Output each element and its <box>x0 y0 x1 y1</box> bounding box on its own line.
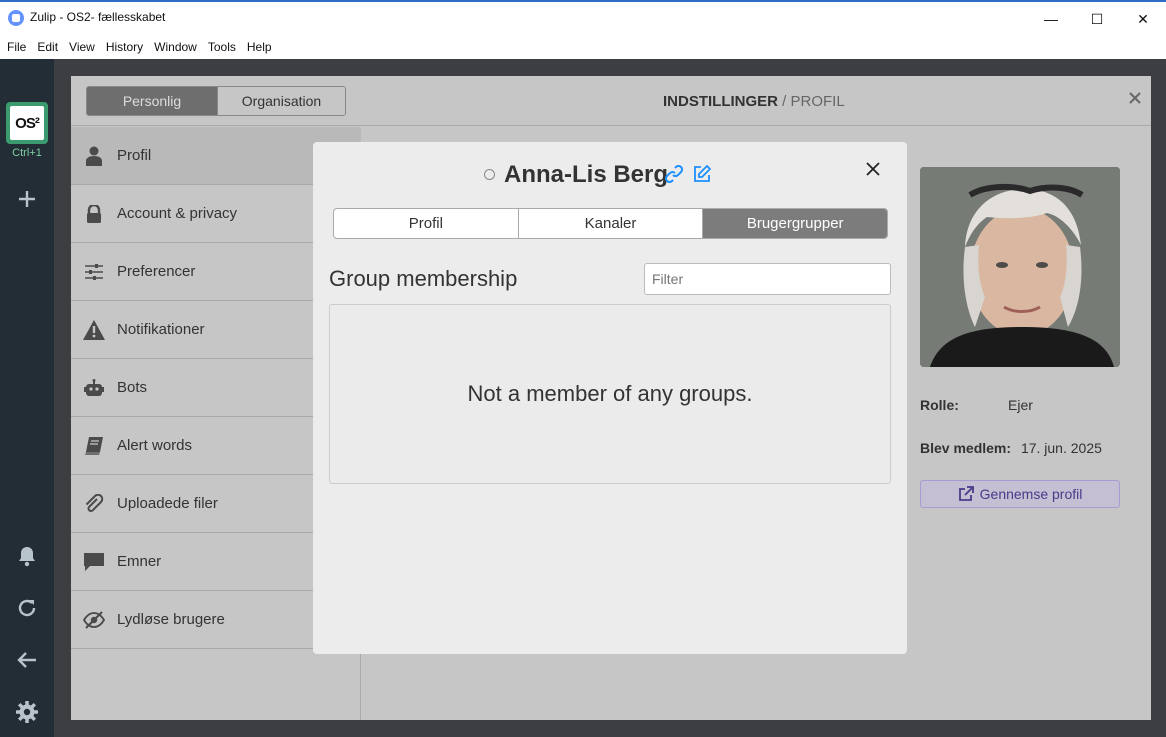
modal-close-button[interactable] <box>866 162 880 181</box>
close-window-button[interactable]: ✕ <box>1120 2 1166 36</box>
toggle-personal[interactable]: Personlig <box>87 87 217 115</box>
tab-profile[interactable]: Profil <box>334 209 518 238</box>
role-label: Rolle: <box>920 397 959 413</box>
menu-history[interactable]: History <box>101 40 149 54</box>
lock-icon <box>83 203 105 225</box>
sidebar-item-label: Bots <box>117 379 148 396</box>
sidebar-item-label: Notifikationer <box>117 321 205 338</box>
settings-title: INDSTILLINGER / PROFIL <box>663 93 845 110</box>
maximize-button[interactable]: ☐ <box>1074 2 1120 36</box>
edit-user-button[interactable] <box>693 164 712 188</box>
group-membership-heading: Group membership <box>329 266 518 291</box>
settings-title-main: INDSTILLINGER <box>663 93 778 110</box>
sidebar-item-label: Uploadede filer <box>117 495 218 512</box>
back-button[interactable] <box>12 645 42 675</box>
menu-tools[interactable]: Tools <box>203 40 242 54</box>
reload-icon <box>18 599 36 617</box>
settings-close-button[interactable] <box>1129 91 1141 109</box>
settings-button[interactable] <box>12 697 42 727</box>
empty-state-text: Not a member of any groups. <box>467 381 753 406</box>
settings-header: Personlig Organisation INDSTILLINGER / P… <box>71 76 1151 126</box>
role-row: Rolle: Ejer <box>920 397 1033 413</box>
modal-header: Anna-Lis Berg <box>313 160 907 190</box>
profile-tabs: Profil Kanaler Brugergrupper <box>333 208 888 239</box>
tab-channels[interactable]: Kanaler <box>517 209 703 238</box>
user-profile-modal: Anna-Lis Berg Profil Kanaler Brugergrupp… <box>313 142 907 654</box>
add-organization-button[interactable] <box>12 184 42 214</box>
gear-icon <box>16 701 38 723</box>
sidebar-item-label: Emner <box>117 553 162 570</box>
user-icon <box>83 145 105 167</box>
menu-window[interactable]: Window <box>149 40 203 54</box>
view-profile-label: Gennemse profil <box>979 486 1083 502</box>
sidebar-item-label: Alert words <box>117 437 193 454</box>
reload-button[interactable] <box>12 593 42 623</box>
notifications-button[interactable] <box>12 541 42 571</box>
robot-icon <box>83 377 105 399</box>
server-rail: OS² Ctrl+1 <box>0 59 54 737</box>
profile-preview-card <box>920 167 1120 367</box>
bell-icon <box>19 547 35 567</box>
organization-button[interactable]: OS² <box>6 102 48 144</box>
user-name: Anna-Lis Berg <box>504 161 669 188</box>
link-icon <box>664 164 684 184</box>
close-icon <box>866 162 880 176</box>
window-title: Zulip - OS2- fællesskabet <box>30 10 166 24</box>
menu-edit[interactable]: Edit <box>32 40 64 54</box>
eye-slash-icon <box>83 609 105 631</box>
menu-view[interactable]: View <box>64 40 101 54</box>
edit-icon <box>694 164 712 182</box>
joined-row: Blev medlem: 17. jun. 2025 <box>920 440 1140 456</box>
message-icon <box>83 551 105 573</box>
org-shortcut-label: Ctrl+1 <box>12 147 42 159</box>
menu-bar: File Edit View History Window Tools Help <box>0 34 1166 59</box>
sidebar-item-label: Account & privacy <box>117 205 238 222</box>
group-filter-input[interactable] <box>644 263 891 295</box>
role-value: Ejer <box>1008 397 1033 413</box>
plus-icon <box>19 191 35 207</box>
book-icon <box>83 435 105 457</box>
view-profile-button[interactable]: Gennemse profil <box>920 480 1120 508</box>
group-list-empty-state: Not a member of any groups. <box>329 304 891 484</box>
toggle-organization[interactable]: Organisation <box>217 87 345 115</box>
sliders-icon <box>83 261 105 283</box>
warning-icon <box>83 319 105 341</box>
external-link-icon <box>958 486 974 501</box>
paperclip-icon <box>83 493 105 515</box>
tab-user-groups[interactable]: Brugergrupper <box>702 209 887 238</box>
settings-scope-toggle: Personlig Organisation <box>86 86 346 116</box>
menu-file[interactable]: File <box>2 40 32 54</box>
settings-title-sub: / PROFIL <box>782 93 845 110</box>
sidebar-item-label: Preferencer <box>117 263 196 280</box>
joined-value: 17. jun. 2025 <box>1020 440 1102 456</box>
menu-help[interactable]: Help <box>242 40 278 54</box>
minimize-button[interactable]: — <box>1028 2 1074 36</box>
presence-indicator-icon <box>484 169 495 180</box>
arrow-left-icon <box>17 652 36 668</box>
joined-label: Blev medlem: <box>920 440 1012 456</box>
close-icon <box>1129 92 1141 104</box>
window-titlebar: Zulip - OS2- fællesskabet — ☐ ✕ <box>0 0 1166 34</box>
sidebar-item-label: Profil <box>117 147 152 164</box>
copy-link-button[interactable] <box>664 164 684 188</box>
profile-photo <box>920 167 1120 367</box>
sidebar-item-label: Lydløse brugere <box>117 611 225 628</box>
org-logo: OS² <box>10 106 44 140</box>
zulip-app-icon <box>8 10 24 26</box>
